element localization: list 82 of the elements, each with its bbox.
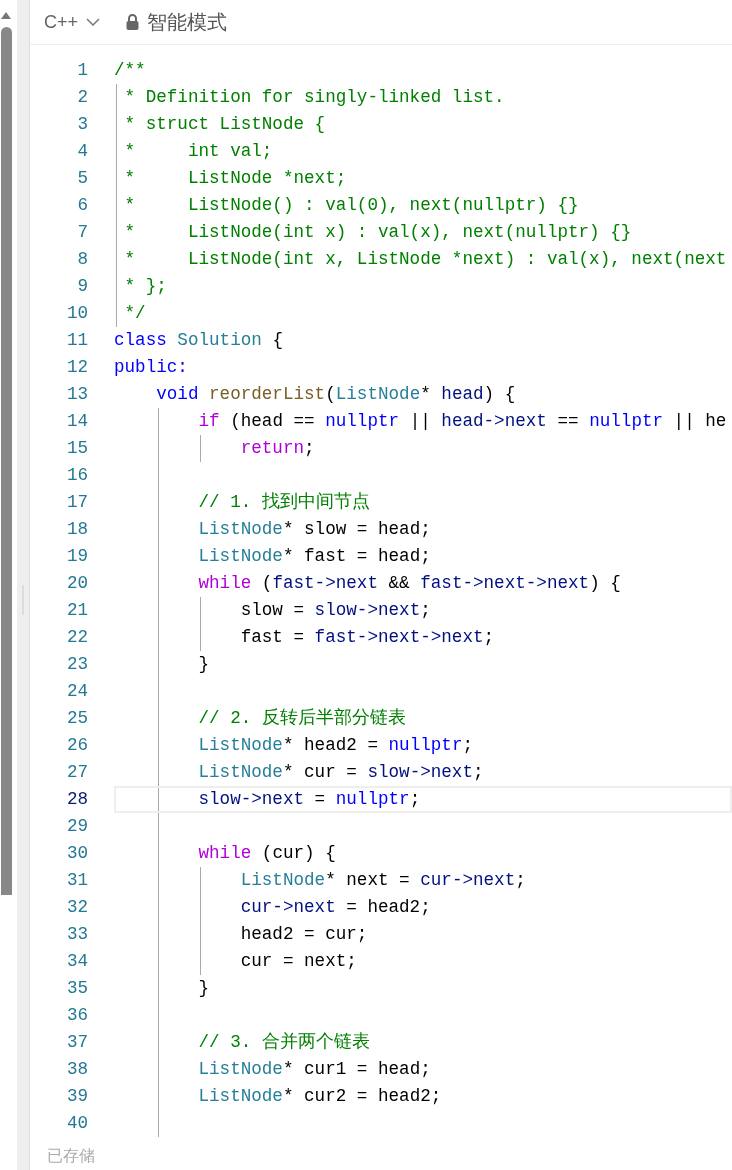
line-number: 34 (66, 950, 88, 973)
code-line: slow->next = nullptr; (197, 789, 421, 809)
code-line: // 2. 反转后半部分链表 (197, 708, 406, 728)
code-line: * ListNode() : val(0), next(nullptr) {} (123, 195, 579, 215)
code-line: * }; (123, 276, 167, 296)
line-number: 32 (66, 896, 88, 919)
lock-icon (126, 14, 140, 30)
code-line: ListNode* slow = head; (197, 519, 431, 539)
code-line: public: (114, 357, 188, 377)
code-line: ListNode* fast = head; (197, 546, 431, 566)
mode-label[interactable]: 智能模式 (147, 7, 228, 37)
line-number: 8 (77, 248, 88, 271)
code-line: // 1. 找到中间节点 (197, 492, 370, 512)
scrollbar-thumb[interactable] (0, 27, 12, 895)
line-number: 12 (66, 356, 88, 379)
line-number: 31 (66, 869, 88, 892)
line-number: 3 (77, 113, 88, 136)
line-number: 13 (66, 383, 88, 406)
line-number: 18 (66, 518, 88, 541)
code-line: ListNode* cur2 = head2; (197, 1086, 442, 1106)
code-line: * ListNode(int x) : val(x), next(nullptr) {} (123, 222, 632, 242)
line-number: 23 (66, 653, 88, 676)
line-number: 2 (77, 86, 88, 109)
code-line: ListNode* next = cur->next; (239, 870, 526, 890)
line-number: 20 (66, 572, 88, 595)
line-number: 4 (77, 140, 88, 163)
line-number: 10 (66, 302, 88, 325)
save-status: 已存储 (47, 1146, 95, 1166)
line-number: 38 (66, 1058, 88, 1081)
code-line: ListNode* head2 = nullptr; (197, 735, 473, 755)
line-number: 39 (66, 1085, 88, 1108)
code-line: * Definition for singly-linked list. (123, 87, 505, 107)
scroll-up-icon[interactable] (1, 12, 11, 19)
code-line: cur = next; (239, 951, 357, 971)
line-number: 5 (77, 167, 88, 190)
line-number: 16 (66, 464, 88, 487)
language-select[interactable]: C++ (44, 8, 101, 36)
line-number: 25 (66, 707, 88, 730)
line-number: 26 (66, 734, 88, 757)
line-number: 27 (66, 761, 88, 784)
line-number: 7 (77, 221, 88, 244)
code-line: if (head == nullptr || head->next == nullptr || he (197, 411, 727, 431)
line-number: 19 (66, 545, 88, 568)
line-number: 11 (66, 329, 88, 352)
code-line: while (fast->next && fast->next->next) { (197, 573, 621, 593)
code-line: } (197, 654, 210, 674)
code-line: fast = fast->next->next; (239, 627, 495, 647)
line-number: 14 (66, 410, 88, 433)
line-number: 35 (66, 977, 88, 1000)
code-line: ListNode* cur1 = head; (197, 1059, 431, 1079)
line-number: 6 (77, 194, 88, 217)
line-number: 17 (66, 491, 88, 514)
code-line: * struct ListNode { (123, 114, 326, 134)
line-number: 37 (66, 1031, 88, 1054)
line-number: 30 (66, 842, 88, 865)
line-number: 29 (66, 815, 88, 838)
code-line: cur->next = head2; (239, 897, 431, 917)
code-line: */ (123, 303, 146, 323)
line-number: 15 (66, 437, 88, 460)
line-number: 21 (66, 599, 88, 622)
code-line: while (cur) { (197, 843, 336, 863)
code-line: /** (114, 60, 146, 80)
code-line: head2 = cur; (239, 924, 368, 944)
line-number: 40 (66, 1112, 88, 1135)
code-line: slow = slow->next; (239, 600, 431, 620)
code-line: * int val; (123, 141, 273, 161)
chevron-down-icon (86, 18, 101, 26)
code-line: void reorderList(ListNode* head) { (155, 384, 516, 404)
code-line: } (197, 978, 210, 998)
line-number: 9 (77, 275, 88, 298)
code-line: * ListNode(int x, ListNode *next) : val(x), next(next (123, 249, 727, 269)
line-number: 22 (66, 626, 88, 649)
code-line: return; (239, 438, 315, 458)
code-line: class Solution { (114, 330, 283, 350)
code-line: ListNode* cur = slow->next; (197, 762, 484, 782)
line-number: 24 (66, 680, 88, 703)
code-line: // 3. 合并两个链表 (197, 1032, 370, 1052)
line-number: 1 (77, 59, 88, 82)
line-number: 36 (66, 1004, 88, 1027)
line-number: 28 (66, 788, 88, 811)
code-line: * ListNode *next; (123, 168, 347, 188)
line-number: 33 (66, 923, 88, 946)
